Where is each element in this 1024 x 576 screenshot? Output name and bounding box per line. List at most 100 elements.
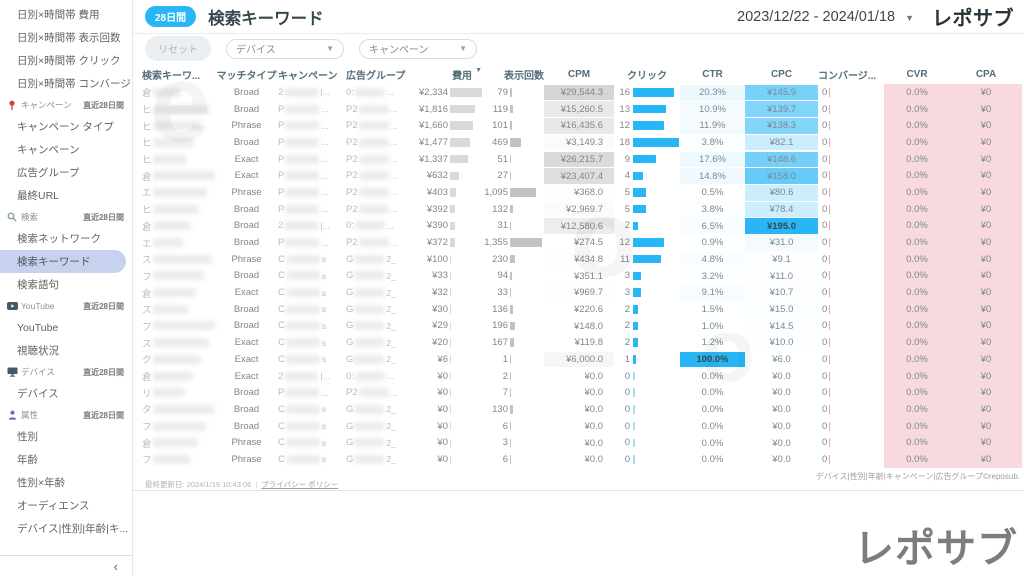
conversion-tick xyxy=(829,372,830,381)
column-header-mt[interactable]: マッチタイプ xyxy=(215,67,278,82)
cell-conversions: 0 xyxy=(818,167,884,184)
table-row: エPhraseP...P2...¥4031,095¥368.050.5%¥80.… xyxy=(142,184,1022,201)
column-header-cpc[interactable]: CPC xyxy=(745,69,818,80)
sidebar-item[interactable]: 日別×時間帯 費用 xyxy=(0,3,132,26)
sidebar-item[interactable]: キャンペーン xyxy=(0,138,132,161)
column-header-conv[interactable]: コンバージ... xyxy=(818,67,884,82)
cell-impressions: 1,095 xyxy=(482,184,544,201)
column-header-imp[interactable]: 表示回数 xyxy=(482,67,544,82)
redacted-ad-group xyxy=(354,438,384,447)
chevron-down-icon: ▼ xyxy=(326,44,334,53)
sidebar-item[interactable]: 視聴状況 xyxy=(0,339,132,362)
cell-ctr: 0.0% xyxy=(680,402,745,418)
redacted-campaign xyxy=(286,338,320,347)
sidebar-item[interactable]: オーディエンス xyxy=(0,494,132,517)
cell-campaign: P... xyxy=(278,101,346,118)
cell-ctr: 3.8% xyxy=(680,202,745,218)
cell-cost: ¥632 xyxy=(414,167,482,184)
cell-cpc: ¥138.3 xyxy=(745,118,818,134)
conversion-tick xyxy=(829,355,830,364)
cell-keyword: フ xyxy=(142,268,215,285)
sidebar-item[interactable]: 最終URL xyxy=(0,184,132,207)
sidebar-item[interactable]: 性別×年齢 xyxy=(0,471,132,494)
campaign-filter-dropdown[interactable]: キャンペーン ▼ xyxy=(359,39,477,59)
youtube-icon xyxy=(6,302,18,311)
cell-clicks: 0 xyxy=(614,451,680,468)
sidebar-item[interactable]: 検索語句 xyxy=(0,273,132,296)
chevron-down-icon: ▼ xyxy=(459,44,467,53)
cell-clicks: 2 xyxy=(614,218,680,235)
cell-ad-group: G2_ xyxy=(346,418,414,435)
filter-bar: リセット デバイス ▼ キャンペーン ▼ xyxy=(133,34,1024,63)
column-header-cost[interactable]: 費用▼ xyxy=(414,67,482,82)
reset-button[interactable]: リセット xyxy=(145,36,211,61)
cell-match-type: Broad xyxy=(215,234,278,251)
table-row: 倉Broad2|...0:...¥2,33479¥29,544.31620.3%… xyxy=(142,84,1022,101)
table-row: ヒPhraseP...P2...¥1,660101¥16,435.61211.9… xyxy=(142,117,1022,134)
cell-keyword: ヒ xyxy=(142,117,215,134)
sidebar-item[interactable]: 性別 xyxy=(0,425,132,448)
cell-campaign: P... xyxy=(278,167,346,184)
table-row: ヒBroadP...P2...¥1,477469¥3,149.3183.8%¥8… xyxy=(142,134,1022,151)
section-period: 直近28日間 xyxy=(83,301,124,312)
cell-cpm: ¥220.6 xyxy=(544,302,614,318)
column-header-ag[interactable]: 広告グループ xyxy=(346,67,414,82)
cell-ctr: 0.0% xyxy=(680,452,745,468)
cell-ctr: 0.9% xyxy=(680,235,745,251)
sidebar-collapse-button[interactable]: ‹ xyxy=(0,555,132,576)
page-title: 検索キーワード xyxy=(208,5,324,29)
cell-clicks: 3 xyxy=(614,268,680,285)
sidebar-item[interactable]: 検索ネットワーク xyxy=(0,227,132,250)
cell-campaign: P... xyxy=(278,384,346,401)
sidebar-nav: 日別×時間帯 費用日別×時間帯 表示回数日別×時間帯 クリック日別×時間帯 コン… xyxy=(0,0,132,540)
cell-cpa: ¥0 xyxy=(950,151,1022,168)
cell-campaign: Cs xyxy=(278,268,346,285)
cell-cpa: ¥0 xyxy=(950,401,1022,418)
cell-conversions: 0 xyxy=(818,384,884,401)
privacy-policy-link[interactable]: プライバシー ポリシー xyxy=(261,480,338,489)
cell-ad-group: P2... xyxy=(346,234,414,251)
sidebar-item[interactable]: 検索キーワード xyxy=(0,250,126,273)
cell-keyword: 倉 xyxy=(142,167,215,184)
date-range-picker[interactable]: 2023/12/22 - 2024/01/18 ▼ xyxy=(737,9,914,25)
sidebar-item[interactable]: デバイス|性別|年齢|キ... xyxy=(0,517,132,540)
cell-match-type: Broad xyxy=(215,101,278,118)
cell-ctr: 3.8% xyxy=(680,135,745,151)
cell-conversions: 0 xyxy=(818,351,884,368)
column-header-cpm[interactable]: CPM xyxy=(544,69,614,80)
cell-keyword: エ xyxy=(142,184,215,201)
device-filter-dropdown[interactable]: デバイス ▼ xyxy=(226,39,344,59)
column-header-cvr[interactable]: CVR xyxy=(884,69,950,80)
column-header-camp[interactable]: キャンペーン xyxy=(278,67,346,82)
sidebar-item[interactable]: YouTube xyxy=(0,316,132,339)
table-row: 倉Exact2|...0:...¥02¥0.000.0%¥0.000.0%¥0 xyxy=(142,368,1022,385)
cell-cpc: ¥0.0 xyxy=(745,385,818,401)
redacted-campaign xyxy=(285,138,319,147)
cell-clicks: 4 xyxy=(614,167,680,184)
cell-cost: ¥20 xyxy=(414,334,482,351)
cell-keyword: フ xyxy=(142,418,215,435)
sidebar-item[interactable]: 年齢 xyxy=(0,448,132,471)
redacted-keyword xyxy=(153,455,190,464)
cell-ad-group: G2_ xyxy=(346,401,414,418)
column-header-kw[interactable]: 検索キーワ... xyxy=(142,67,215,82)
cell-cpm: ¥0.0 xyxy=(544,435,614,451)
sidebar-item[interactable]: 日別×時間帯 コンバージョ... xyxy=(0,72,132,95)
column-header-ctr[interactable]: CTR xyxy=(680,69,745,80)
sidebar-item[interactable]: 日別×時間帯 表示回数 xyxy=(0,26,132,49)
sidebar-item[interactable]: デバイス xyxy=(0,382,132,405)
table-footer-left: 最終更新日: 2024/1/19 10:43:06|プライバシー ポリシー xyxy=(145,479,338,490)
cell-impressions: 79 xyxy=(482,84,544,101)
sidebar-item[interactable]: 日別×時間帯 クリック xyxy=(0,49,132,72)
cell-cpa: ¥0 xyxy=(950,301,1022,318)
column-header-cpa[interactable]: CPA xyxy=(950,69,1022,80)
sidebar-item[interactable]: キャンペーン タイプ xyxy=(0,115,132,138)
redacted-ad-group xyxy=(355,88,385,97)
table-row: リBroadP...P2...¥07¥0.000.0%¥0.000.0%¥0 xyxy=(142,384,1022,401)
cell-keyword: ス xyxy=(142,251,215,268)
column-header-clk[interactable]: クリック xyxy=(614,67,680,82)
sidebar-item[interactable]: 広告グループ xyxy=(0,161,132,184)
cell-ad-group: G2_ xyxy=(346,284,414,301)
last-updated-text: 最終更新日: 2024/1/19 10:43:06 xyxy=(145,480,251,489)
cell-ad-group: P2... xyxy=(346,117,414,134)
